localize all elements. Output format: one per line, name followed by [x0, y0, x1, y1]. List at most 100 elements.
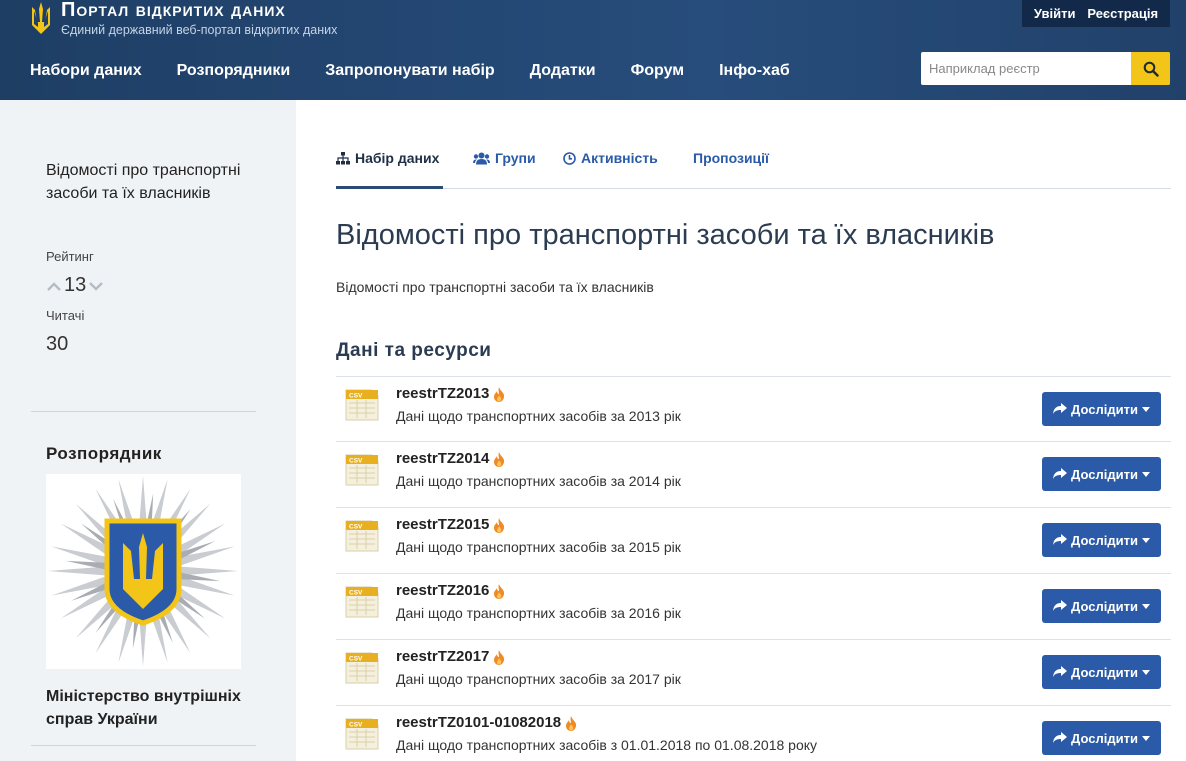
- csv-file-icon[interactable]: CSV: [345, 716, 379, 750]
- resource-name[interactable]: reestrTZ2013: [396, 385, 505, 402]
- tab-groups[interactable]: Групи: [473, 150, 536, 189]
- chevron-down-icon[interactable]: [88, 280, 104, 292]
- auth-bar: Увійти Реєстрація: [1022, 0, 1170, 27]
- publisher-logo[interactable]: [46, 474, 241, 669]
- flame-icon: [566, 715, 577, 731]
- tab-activity[interactable]: Активність: [563, 150, 658, 189]
- resource-row[interactable]: CSV reestrTZ2014 Дані щодо транспортних за…: [336, 442, 1171, 508]
- search-box: [921, 52, 1170, 85]
- nav-datasets[interactable]: Набори даних: [30, 62, 142, 80]
- tab-suggestions-label: Пропозиції: [693, 150, 769, 166]
- readers-label: Читачі: [46, 308, 85, 323]
- explore-button[interactable]: Дослідити: [1042, 523, 1161, 557]
- csv-file-icon[interactable]: CSV: [345, 452, 379, 486]
- publisher-name[interactable]: Міністерство внутрішніх справ України: [46, 685, 266, 731]
- portal-subtitle: Єдиний державний веб-портал відкритих да…: [61, 23, 338, 37]
- explore-label: Дослідити: [1071, 532, 1138, 548]
- search-input[interactable]: [921, 52, 1131, 85]
- resource-name[interactable]: reestrTZ2016: [396, 582, 505, 599]
- explore-label: Дослідити: [1071, 598, 1138, 614]
- csv-badge-text: CSV: [349, 656, 363, 663]
- tab-groups-label: Групи: [495, 150, 536, 166]
- resource-row[interactable]: CSV reestrTZ2015 Дані щодо транспортних за…: [336, 508, 1171, 574]
- resource-row[interactable]: CSV reestrTZ2013 Дані щодо транспортних за…: [336, 376, 1171, 442]
- police-star-emblem-icon: [48, 476, 238, 666]
- csv-badge-text: CSV: [349, 524, 363, 531]
- search-button[interactable]: [1131, 52, 1170, 85]
- resource-name[interactable]: reestrTZ2014: [396, 450, 505, 467]
- share-arrow-icon: [1053, 403, 1068, 414]
- explore-button[interactable]: Дослідити: [1042, 392, 1161, 426]
- csv-file-icon[interactable]: CSV: [345, 387, 379, 421]
- explore-button[interactable]: Дослідити: [1042, 655, 1161, 689]
- resource-name-text: reestrTZ2015: [396, 516, 490, 533]
- chevron-up-icon[interactable]: [46, 280, 62, 292]
- trident-logo-icon[interactable]: [28, 0, 54, 36]
- explore-label: Дослідити: [1071, 730, 1138, 746]
- csv-file-icon[interactable]: CSV: [345, 518, 379, 552]
- share-arrow-icon: [1053, 534, 1068, 545]
- caret-down-icon: [1141, 669, 1150, 675]
- resource-row[interactable]: CSV reestrTZ2016 Дані щодо транспортних за…: [336, 574, 1171, 640]
- readers-value: 30: [46, 333, 69, 355]
- tab-dataset-label: Набір даних: [355, 150, 440, 166]
- rating-value: 13: [64, 274, 87, 296]
- tab-suggestions[interactable]: Пропозиції: [693, 150, 769, 189]
- portal-title[interactable]: Портал відкритих даних: [61, 0, 286, 22]
- explore-button[interactable]: Дослідити: [1042, 721, 1161, 755]
- csv-badge-text: CSV: [349, 458, 363, 465]
- share-arrow-icon: [1053, 600, 1068, 611]
- resource-description: Дані щодо транспортних засобів за 2016 р…: [396, 605, 681, 621]
- sidebar-divider: [31, 411, 256, 412]
- resource-name[interactable]: reestrTZ0101-01082018: [396, 714, 577, 731]
- share-arrow-icon: [1053, 468, 1068, 479]
- rating-widget: 13: [46, 274, 104, 297]
- nav-publishers[interactable]: Розпорядники: [177, 62, 291, 80]
- users-icon: [473, 152, 490, 165]
- share-arrow-icon: [1053, 732, 1068, 743]
- dataset-tabs: Набір даних Групи Активність Пропозиції: [336, 150, 1171, 189]
- explore-button[interactable]: Дослідити: [1042, 589, 1161, 623]
- main-nav: Набори даних Розпорядники Запропонувати …: [30, 62, 825, 80]
- resource-name-text: reestrTZ2014: [396, 450, 490, 467]
- site-header: Портал відкритих даних Єдиний державний …: [0, 0, 1186, 100]
- explore-label: Дослідити: [1071, 466, 1138, 482]
- sidebar-divider: [31, 745, 256, 746]
- register-link[interactable]: Реєстрація: [1087, 6, 1158, 21]
- csv-file-icon[interactable]: CSV: [345, 584, 379, 618]
- flame-icon: [494, 386, 505, 402]
- resource-description: Дані щодо транспортних засобів з 01.01.2…: [396, 737, 818, 753]
- resource-description: Дані щодо транспортних засобів за 2014 р…: [396, 473, 681, 489]
- resources-heading: Дані та ресурси: [336, 340, 492, 361]
- resource-row[interactable]: CSV reestrTZ2017 Дані щодо транспортних за…: [336, 640, 1171, 706]
- caret-down-icon: [1141, 735, 1150, 741]
- explore-button[interactable]: Дослідити: [1042, 457, 1161, 491]
- resource-name-text: reestrTZ2016: [396, 582, 490, 599]
- tab-activity-label: Активність: [581, 150, 658, 166]
- dataset-description: Відомості про транспортні засоби та їх в…: [336, 279, 654, 295]
- explore-label: Дослідити: [1071, 401, 1138, 417]
- search-icon: [1143, 61, 1159, 77]
- nav-info-hub[interactable]: Інфо-хаб: [719, 62, 790, 80]
- resource-description: Дані щодо транспортних засобів за 2013 р…: [396, 408, 681, 424]
- nav-apps[interactable]: Додатки: [530, 62, 596, 80]
- csv-file-icon[interactable]: CSV: [345, 650, 379, 684]
- sidebar: Відомості про транспортні засоби та їх в…: [0, 100, 296, 761]
- caret-down-icon: [1141, 603, 1150, 609]
- nav-suggest-dataset[interactable]: Запропонувати набір: [325, 62, 494, 80]
- login-link[interactable]: Увійти: [1034, 6, 1076, 21]
- flame-icon: [494, 649, 505, 665]
- sitemap-icon: [336, 152, 350, 165]
- explore-label: Дослідити: [1071, 664, 1138, 680]
- resource-row[interactable]: CSV reestrTZ0101-01082018 Дані щодо трансп…: [336, 706, 1171, 761]
- sidebar-dataset-title: Відомості про транспортні засоби та їх в…: [46, 162, 241, 202]
- caret-down-icon: [1141, 471, 1150, 477]
- resource-name[interactable]: reestrTZ2017: [396, 648, 505, 665]
- resource-name-text: reestrTZ2013: [396, 385, 490, 402]
- caret-down-icon: [1141, 406, 1150, 412]
- resource-name[interactable]: reestrTZ2015: [396, 516, 505, 533]
- tab-dataset[interactable]: Набір даних: [336, 150, 443, 189]
- csv-badge-text: CSV: [349, 590, 363, 597]
- resource-description: Дані щодо транспортних засобів за 2015 р…: [396, 539, 681, 555]
- nav-forum[interactable]: Форум: [631, 62, 685, 80]
